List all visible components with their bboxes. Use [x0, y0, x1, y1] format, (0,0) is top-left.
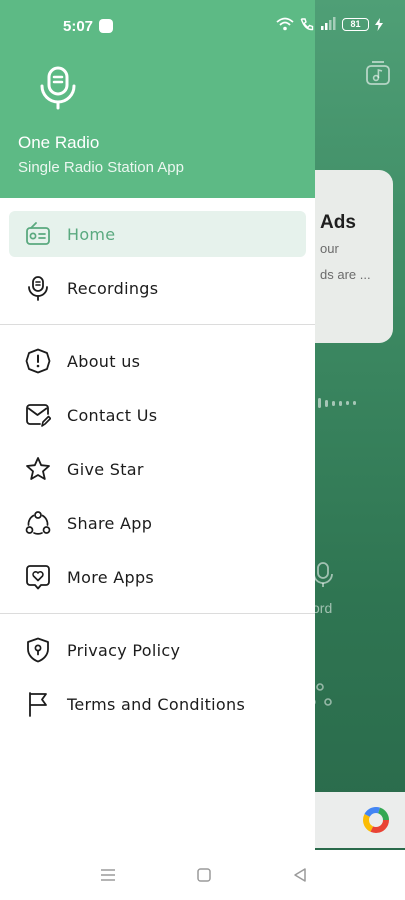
ad-logo-icon [363, 807, 389, 833]
status-bar: 5:07 81 [0, 0, 405, 40]
menu-item-label: More Apps [67, 567, 155, 587]
microphone-icon [28, 276, 48, 301]
wifi-icon [276, 17, 294, 31]
info-icon [25, 348, 51, 374]
ads-card-title: Ads [320, 212, 356, 233]
battery-indicator: 81 [342, 17, 369, 31]
menu-item-label: Home [67, 224, 116, 244]
microphone-logo-icon [40, 66, 76, 110]
app-tagline: Single Radio Station App [18, 159, 184, 176]
menu-item-terms-and-conditions[interactable]: Terms and Conditions [9, 681, 306, 727]
menu-nav-icon[interactable] [99, 866, 117, 884]
star-icon [26, 457, 50, 480]
shield-icon [27, 637, 49, 663]
share-icon [25, 511, 51, 535]
menu-item-label: About us [67, 351, 141, 371]
menu-item-label: Privacy Policy [67, 640, 181, 660]
menu-item-recordings[interactable]: Recordings [9, 265, 306, 311]
system-nav-bar [0, 850, 405, 900]
record-mic-icon[interactable] [312, 562, 334, 588]
menu-item-label: Give Star [67, 459, 144, 479]
menu-item-share-app[interactable]: Share App [9, 500, 306, 546]
signal-icon [321, 17, 336, 30]
flag-icon [29, 692, 47, 717]
menu-item-label: Contact Us [67, 405, 158, 425]
notification-app-icon [99, 19, 113, 33]
radio-icon [26, 222, 50, 245]
ads-card-line: our [320, 241, 339, 256]
menu-item-privacy-policy[interactable]: Privacy Policy [9, 627, 306, 673]
home-nav-icon[interactable] [195, 866, 213, 884]
playlist-icon[interactable] [365, 60, 391, 86]
mail-edit-icon [26, 404, 51, 427]
back-nav-icon[interactable] [291, 866, 309, 884]
menu-divider [0, 324, 315, 325]
menu-item-about-us[interactable]: About us [9, 338, 306, 384]
menu-item-label: Recordings [67, 278, 159, 298]
menu-item-give-star[interactable]: Give Star [9, 446, 306, 492]
charging-icon [375, 17, 383, 31]
menu-item-label: Share App [67, 513, 153, 533]
status-icons: 81 [276, 17, 383, 31]
navigation-drawer: One Radio Single Radio Station App Home … [0, 0, 315, 850]
ads-card-line: ds are ... [320, 267, 371, 282]
menu-item-home[interactable]: Home [9, 211, 306, 257]
menu-item-contact-us[interactable]: Contact Us [9, 392, 306, 438]
menu-item-label: Terms and Conditions [67, 694, 246, 714]
app-name: One Radio [18, 133, 100, 152]
wifi-calling-icon [300, 18, 314, 31]
heart-box-icon [26, 565, 50, 590]
menu-divider [0, 613, 315, 614]
audio-wave-indicator [318, 398, 356, 408]
status-time: 5:07 [63, 18, 94, 35]
menu-item-more-apps[interactable]: More Apps [9, 554, 306, 600]
